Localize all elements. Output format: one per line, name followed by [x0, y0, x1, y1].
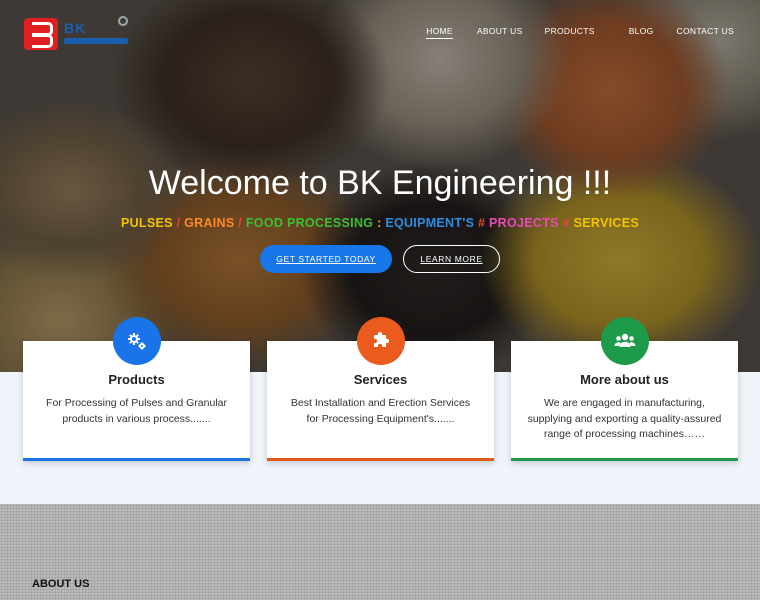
- tagline-separator: #: [558, 216, 574, 230]
- logo-wordmark-bar: [64, 38, 128, 44]
- tagline-food-processing: FOOD PROCESSING: [245, 216, 374, 230]
- tagline-pulses: PULSES: [120, 216, 173, 230]
- tagline-projects: PROJECTS: [489, 216, 559, 230]
- nav-blog[interactable]: BLOG: [629, 26, 654, 39]
- hero-section: BK HOME ABOUT US PRODUCTS BLOG CONTACT U…: [0, 0, 760, 372]
- card-title: More about us: [580, 372, 669, 387]
- tagline-equipments: EQUIPMENT'S: [385, 216, 475, 230]
- about-heading: ABOUT US: [32, 578, 90, 590]
- card-title: Products: [108, 372, 165, 387]
- about-section-background: [0, 504, 760, 600]
- card-text: Best Installation and Erection Services …: [290, 397, 471, 425]
- logo-mark-icon: [24, 18, 58, 50]
- card-title: Services: [353, 372, 408, 387]
- main-nav: HOME ABOUT US PRODUCTS BLOG CONTACT US: [426, 26, 734, 39]
- get-started-button[interactable]: GET STARTED TODAY: [260, 245, 392, 273]
- learn-more-button[interactable]: LEARN MORE: [403, 245, 500, 273]
- tagline-separator: /: [172, 216, 185, 230]
- logo-gear-icon: [118, 16, 128, 26]
- brand-logo[interactable]: BK: [24, 14, 132, 54]
- tagline-separator: :: [373, 216, 386, 230]
- card-text: For Processing of Pulses and Granular pr…: [46, 397, 227, 425]
- tagline-services: SERVICES: [573, 216, 640, 230]
- card-text: We are engaged in manufacturing, supplyi…: [527, 397, 722, 440]
- hero-tagline: PULSES / GRAINS / FOOD PROCESSING : EQUI…: [0, 216, 760, 230]
- nav-about-us[interactable]: ABOUT US: [477, 26, 523, 39]
- tagline-separator: /: [234, 216, 246, 230]
- tagline-separator: #: [474, 216, 490, 230]
- hero-overlay: BK HOME ABOUT US PRODUCTS BLOG CONTACT U…: [0, 0, 760, 372]
- logo-text: BK: [64, 20, 87, 36]
- nav-contact-us[interactable]: CONTACT US: [677, 26, 734, 39]
- hero-title: Welcome to BK Engineering !!!: [148, 164, 612, 202]
- nav-products[interactable]: PRODUCTS: [545, 26, 595, 39]
- tagline-grains: GRAINS: [184, 216, 235, 230]
- nav-home[interactable]: HOME: [426, 26, 453, 39]
